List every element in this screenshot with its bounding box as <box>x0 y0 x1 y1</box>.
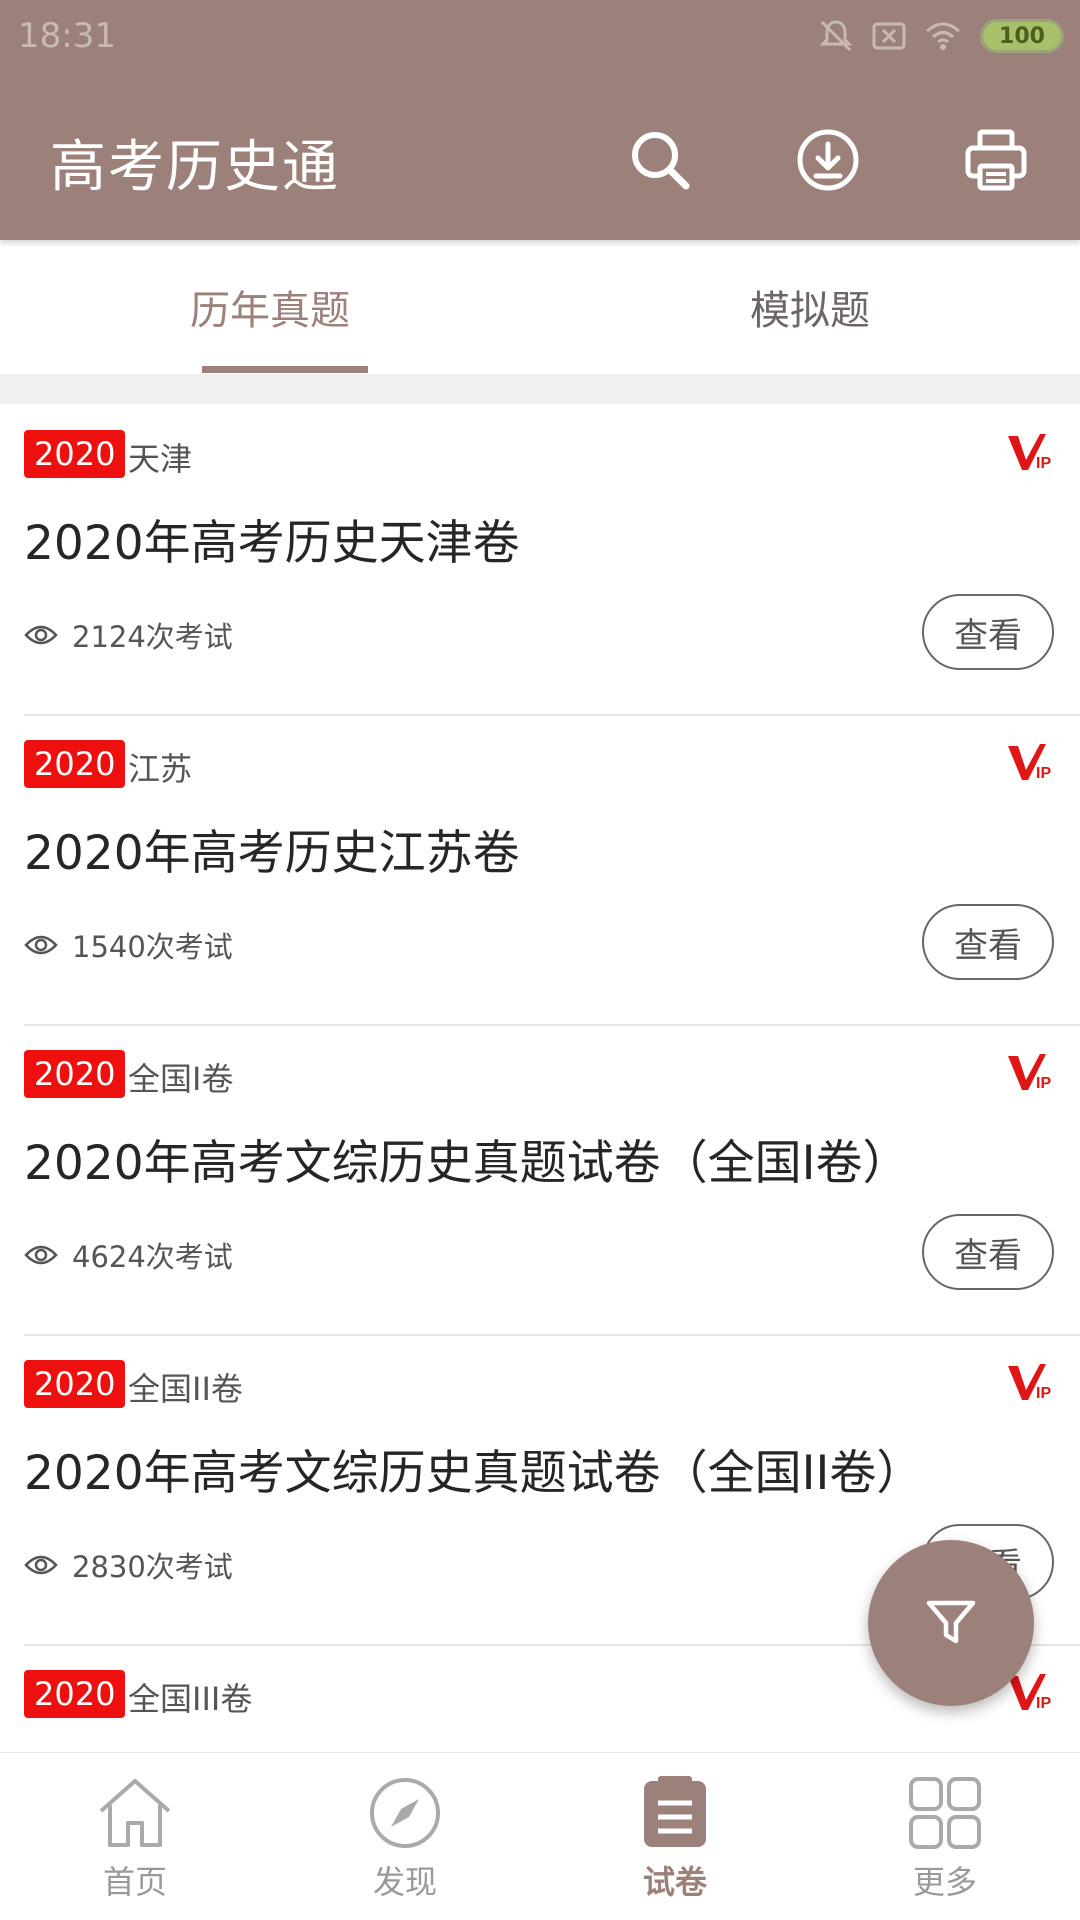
view-count-text: 1540次考试 <box>72 930 233 964</box>
year-badge: 2020 <box>24 740 126 788</box>
eye-icon <box>24 1555 58 1575</box>
filter-icon <box>926 1600 976 1644</box>
paper-title: 2020年高考历史江苏卷 <box>24 826 520 881</box>
no-sim-icon <box>872 21 906 51</box>
bottom-nav: 首页 发现 试卷 更多 <box>0 1752 1080 1920</box>
vip-icon: IP <box>1008 744 1051 782</box>
vip-icon: IP <box>1008 1054 1051 1092</box>
vip-icon: IP <box>1008 434 1051 472</box>
home-icon <box>99 1779 171 1847</box>
nav-label: 首页 <box>102 1863 167 1901</box>
year-badge: 2020 <box>24 430 126 478</box>
nav-discover[interactable]: 发现 <box>270 1753 540 1920</box>
svg-text:IP: IP <box>1036 1075 1051 1092</box>
printer-icon <box>965 129 1027 191</box>
view-count-text: 2830次考试 <box>72 1550 233 1584</box>
section-divider <box>0 374 1080 404</box>
view-button[interactable]: 查看 <box>922 1214 1054 1290</box>
paper-title: 2020年高考历史天津卷 <box>24 516 520 571</box>
region-label: 全国I卷 <box>128 1060 234 1098</box>
wifi-icon <box>924 21 962 51</box>
svg-text:IP: IP <box>1036 455 1051 472</box>
nav-home[interactable]: 首页 <box>0 1753 270 1920</box>
status-icons: 100 <box>818 18 1064 54</box>
search-button[interactable] <box>622 122 698 198</box>
region-label: 全国III卷 <box>128 1680 253 1718</box>
eye-icon <box>24 625 58 645</box>
status-bar: 18:31 100 <box>0 0 1080 76</box>
mute-icon <box>818 18 854 54</box>
view-count-text: 2124次考试 <box>72 620 233 654</box>
screen: 18:31 100 高考历史通 历年真题 模拟题 2020 天津 IP 2020… <box>0 0 1080 1920</box>
nav-more[interactable]: 更多 <box>810 1753 1080 1920</box>
tab-mock-papers[interactable]: 模拟题 <box>540 240 1080 374</box>
svg-text:IP: IP <box>1036 1385 1051 1402</box>
eye-icon <box>24 1245 58 1265</box>
nav-label: 发现 <box>372 1863 437 1901</box>
status-time: 18:31 <box>18 16 116 56</box>
tab-bar: 历年真题 模拟题 <box>0 240 1080 374</box>
vip-icon: IP <box>1008 1364 1051 1402</box>
list-item[interactable]: 2020 全国I卷 IP 2020年高考文综历史真题试卷（全国I卷） 4624次… <box>0 1024 1080 1334</box>
view-count-text: 4624次考试 <box>72 1240 233 1274</box>
region-label: 江苏 <box>128 750 193 788</box>
nav-label: 更多 <box>912 1863 977 1901</box>
paper-title: 2020年高考文综历史真题试卷（全国II卷） <box>24 1446 924 1501</box>
view-count: 1540次考试 <box>24 924 233 966</box>
filter-button[interactable] <box>868 1540 1034 1706</box>
tab-indicator <box>202 366 368 373</box>
list-item[interactable]: 2020 江苏 IP 2020年高考历史江苏卷 1540次考试 查看 <box>0 714 1080 1024</box>
app-title: 高考历史通 <box>50 135 340 200</box>
region-label: 天津 <box>128 440 193 478</box>
print-button[interactable] <box>958 122 1034 198</box>
search-icon <box>632 132 690 190</box>
paper-title: 2020年高考文综历史真题试卷（全国I卷） <box>24 1136 910 1191</box>
papers-icon <box>644 1776 706 1847</box>
svg-text:IP: IP <box>1036 1695 1051 1712</box>
region-label: 全国II卷 <box>128 1370 243 1408</box>
year-badge: 2020 <box>24 1050 126 1098</box>
nav-papers[interactable]: 试卷 <box>540 1753 810 1920</box>
grid-icon <box>909 1777 981 1849</box>
view-button[interactable]: 查看 <box>922 904 1054 980</box>
compass-icon <box>370 1778 440 1848</box>
nav-label: 试卷 <box>642 1863 707 1901</box>
view-count: 2830次考试 <box>24 1544 233 1586</box>
year-badge: 2020 <box>24 1670 126 1718</box>
download-icon <box>797 129 859 191</box>
battery-indicator: 100 <box>980 19 1064 53</box>
tab-past-papers[interactable]: 历年真题 <box>0 240 540 374</box>
view-button[interactable]: 查看 <box>922 594 1054 670</box>
svg-text:IP: IP <box>1036 765 1051 782</box>
list-item[interactable]: 2020 天津 IP 2020年高考历史天津卷 2124次考试 查看 <box>0 404 1080 714</box>
download-button[interactable] <box>790 122 866 198</box>
view-count: 4624次考试 <box>24 1234 233 1276</box>
eye-icon <box>24 935 58 955</box>
year-badge: 2020 <box>24 1360 126 1408</box>
app-bar: 18:31 100 高考历史通 <box>0 0 1080 240</box>
view-count: 2124次考试 <box>24 614 233 656</box>
